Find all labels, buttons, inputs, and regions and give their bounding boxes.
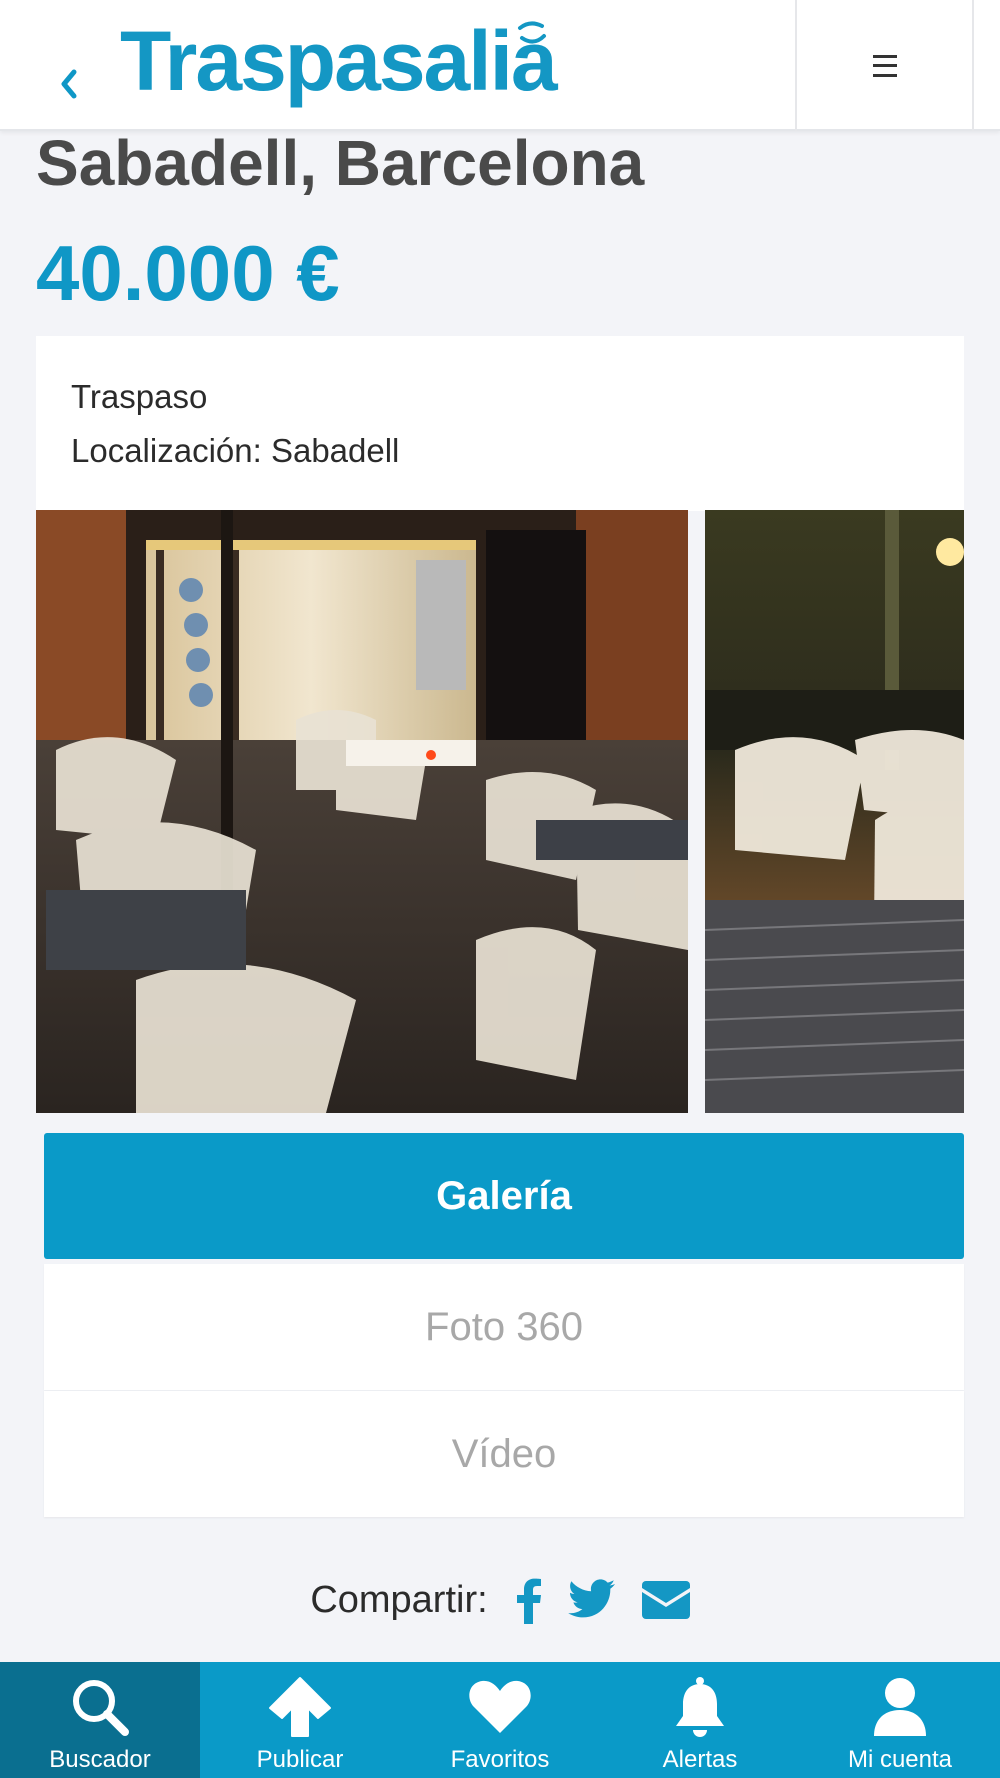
photo-360-button[interactable]: Foto 360 — [44, 1264, 964, 1390]
twitter-icon[interactable] — [567, 1579, 616, 1621]
listing-location: Localización: Sabadell — [71, 432, 400, 469]
heart-icon — [469, 1680, 531, 1733]
menu-button[interactable] — [795, 0, 974, 131]
nav-item-alertas[interactable]: Alertas — [600, 1662, 800, 1778]
nav-label: Publicar — [256, 1746, 344, 1773]
nav-item-mi-cuenta[interactable]: Mi cuenta — [800, 1662, 1000, 1778]
listing-price: 40.000 € — [36, 229, 340, 317]
nav-label: Buscador — [49, 1746, 151, 1773]
video-button[interactable]: Vídeo — [44, 1391, 964, 1517]
listing-type: Traspaso — [71, 378, 208, 415]
nav-item-favoritos[interactable]: Favoritos — [400, 1662, 600, 1778]
nav-item-publicar[interactable]: Publicar — [200, 1662, 400, 1778]
logo-wordmark: Traspasalia — [120, 14, 559, 108]
nav-label: Alertas — [662, 1746, 738, 1773]
bell-icon — [676, 1677, 724, 1737]
share-label: Compartir: — [310, 1578, 488, 1621]
listing-photo[interactable] — [36, 510, 688, 1113]
listing-photo[interactable] — [705, 510, 964, 1113]
facebook-icon[interactable] — [516, 1576, 542, 1624]
gallery-button[interactable]: Galería — [44, 1133, 964, 1259]
nav-label: Favoritos — [450, 1746, 550, 1773]
back-button[interactable] — [54, 64, 84, 104]
hamburger-menu-icon — [872, 54, 897, 77]
nav-item-buscador[interactable]: Buscador — [0, 1662, 200, 1778]
top-header: Traspasalia — [0, 0, 1000, 131]
search-icon — [73, 1680, 129, 1736]
user-icon — [874, 1678, 926, 1736]
photo-carousel[interactable] — [36, 510, 964, 1113]
upload-arrow-icon — [269, 1677, 331, 1737]
email-icon[interactable] — [641, 1581, 690, 1619]
share-bar: Compartir: — [0, 1570, 1000, 1630]
bottom-navigation: Buscador Publicar Favoritos Alertas Mi c… — [0, 1662, 1000, 1778]
chevron-left-icon — [61, 69, 77, 99]
listing-info-card: Traspaso Localización: Sabadell — [36, 336, 964, 511]
nav-label: Mi cuenta — [847, 1746, 953, 1773]
traspasalia-logo[interactable]: Traspasalia — [120, 14, 600, 114]
